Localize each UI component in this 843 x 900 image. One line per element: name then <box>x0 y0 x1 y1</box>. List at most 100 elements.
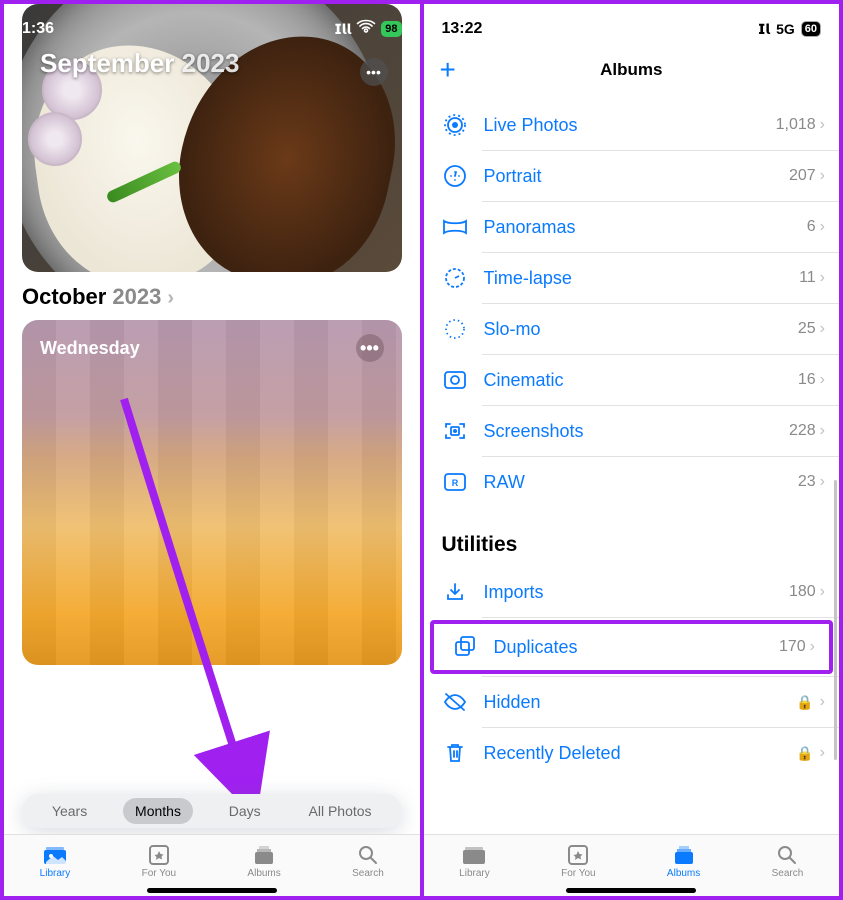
album-row-slo-mo[interactable]: Slo-mo25› <box>424 304 840 354</box>
highlight-duplicates: Duplicates170› <box>430 620 834 674</box>
card-more-button[interactable]: ••• <box>356 334 384 362</box>
search-icon <box>774 844 800 866</box>
row-count: 1,018 <box>776 116 816 134</box>
tab-foryou[interactable]: For You <box>142 844 176 879</box>
library-screen: 1:36 𝗜𝗹𝗹 98 September 2023 ••• October 2… <box>4 4 424 896</box>
albums-icon <box>671 844 697 866</box>
chevron-right-icon: › <box>820 167 825 185</box>
import-icon <box>440 577 470 607</box>
albums-list[interactable]: Live Photos1,018›Portrait207›Panoramas6›… <box>424 100 840 834</box>
slomo-icon <box>440 314 470 344</box>
album-row-hidden[interactable]: Hidden🔒 › <box>424 677 840 727</box>
seg-months[interactable]: Months <box>123 798 193 824</box>
scroll-indicator <box>834 480 837 760</box>
row-count: 228 <box>789 422 816 440</box>
live-icon <box>440 110 470 140</box>
album-row-portrait[interactable]: Portrait207› <box>424 151 840 201</box>
status-bar: 13:22 𝗜𝗹 5G 60 <box>424 4 840 48</box>
time-filter-segment[interactable]: Years Months Days All Photos <box>22 794 402 828</box>
screenshot-icon <box>440 416 470 446</box>
album-row-panoramas[interactable]: Panoramas6› <box>424 202 840 252</box>
tab-foryou[interactable]: For You <box>561 844 595 879</box>
tab-library[interactable]: Library <box>459 844 490 879</box>
status-bar: 1:36 𝗜𝗹𝗹 98 <box>4 4 420 48</box>
network-label: 5G <box>776 21 795 37</box>
home-indicator <box>147 888 277 893</box>
row-label: Time-lapse <box>484 268 800 289</box>
tab-albums[interactable]: Albums <box>247 844 280 879</box>
row-label: Hidden <box>484 692 797 713</box>
row-label: Recently Deleted <box>484 743 797 764</box>
portrait-icon <box>440 161 470 191</box>
chevron-right-icon: › <box>820 218 825 236</box>
lock-icon: 🔒 <box>796 745 813 762</box>
foryou-icon <box>146 844 172 866</box>
row-label: Live Photos <box>484 115 776 136</box>
lock-icon: 🔒 <box>796 694 813 711</box>
hero-month-label: September 2023 <box>40 48 239 79</box>
seg-days[interactable]: Days <box>217 798 273 824</box>
foryou-icon <box>565 844 591 866</box>
status-time: 1:36 <box>22 20 54 38</box>
pano-icon <box>440 212 470 242</box>
card-day-label: Wednesday <box>40 338 140 359</box>
row-count: 6 <box>807 218 816 236</box>
row-count: 11 <box>799 269 816 287</box>
utilities-header: Utilities <box>442 533 822 557</box>
library-icon <box>461 844 487 866</box>
hero-more-button[interactable]: ••• <box>360 58 388 86</box>
row-count: 23 <box>798 473 816 491</box>
seg-all[interactable]: All Photos <box>297 798 384 824</box>
row-count: 170 <box>779 638 806 656</box>
library-icon <box>42 844 68 866</box>
wednesday-card[interactable]: Wednesday ••• <box>22 320 402 665</box>
chevron-right-icon: › <box>167 287 174 310</box>
chevron-right-icon: › <box>820 744 825 762</box>
chevron-right-icon: › <box>810 638 815 656</box>
row-label: Slo-mo <box>484 319 798 340</box>
duplicates-icon <box>450 632 480 662</box>
chevron-right-icon: › <box>820 320 825 338</box>
row-count: 207 <box>789 167 816 185</box>
tab-library[interactable]: Library <box>40 844 71 879</box>
chevron-right-icon: › <box>820 583 825 601</box>
album-row-live-photos[interactable]: Live Photos1,018› <box>424 100 840 150</box>
album-row-cinematic[interactable]: Cinematic16› <box>424 355 840 405</box>
row-label: Duplicates <box>494 637 779 658</box>
row-label: Cinematic <box>484 370 798 391</box>
row-label: Screenshots <box>484 421 789 442</box>
albums-screen: 13:22 𝗜𝗹 5G 60 + Albums Live Photos1,018… <box>424 4 840 896</box>
chevron-right-icon: › <box>820 116 825 134</box>
tab-bar: Library For You Albums Search <box>4 834 420 896</box>
status-time: 13:22 <box>442 20 483 38</box>
chevron-right-icon: › <box>820 693 825 711</box>
raw-icon: R <box>440 467 470 497</box>
svg-text:R: R <box>451 478 458 488</box>
battery-icon: 60 <box>801 21 821 37</box>
home-indicator <box>566 888 696 893</box>
seg-years[interactable]: Years <box>40 798 99 824</box>
album-row-duplicates[interactable]: Duplicates170› <box>434 624 830 670</box>
chevron-right-icon: › <box>820 269 825 287</box>
timelapse-icon <box>440 263 470 293</box>
chevron-right-icon: › <box>820 422 825 440</box>
month-header[interactable]: October 2023 › <box>22 284 402 310</box>
chevron-right-icon: › <box>820 473 825 491</box>
tab-search[interactable]: Search <box>772 844 804 879</box>
hidden-icon <box>440 687 470 717</box>
album-row-recently-deleted[interactable]: Recently Deleted🔒 › <box>424 728 840 778</box>
tab-bar: Library For You Albums Search <box>424 834 840 896</box>
add-button[interactable]: + <box>440 54 456 86</box>
album-row-imports[interactable]: Imports180› <box>424 567 840 617</box>
row-label: Imports <box>484 582 789 603</box>
row-count: 180 <box>789 583 816 601</box>
tab-search[interactable]: Search <box>352 844 384 879</box>
signal-icon: 𝗜𝗹 <box>758 21 770 38</box>
album-row-raw[interactable]: RRAW23› <box>424 457 840 507</box>
album-row-time-lapse[interactable]: Time-lapse11› <box>424 253 840 303</box>
album-row-screenshots[interactable]: Screenshots228› <box>424 406 840 456</box>
cinematic-icon <box>440 365 470 395</box>
nav-bar: + Albums <box>424 48 840 92</box>
tab-albums[interactable]: Albums <box>667 844 700 879</box>
row-count: 16 <box>798 371 816 389</box>
